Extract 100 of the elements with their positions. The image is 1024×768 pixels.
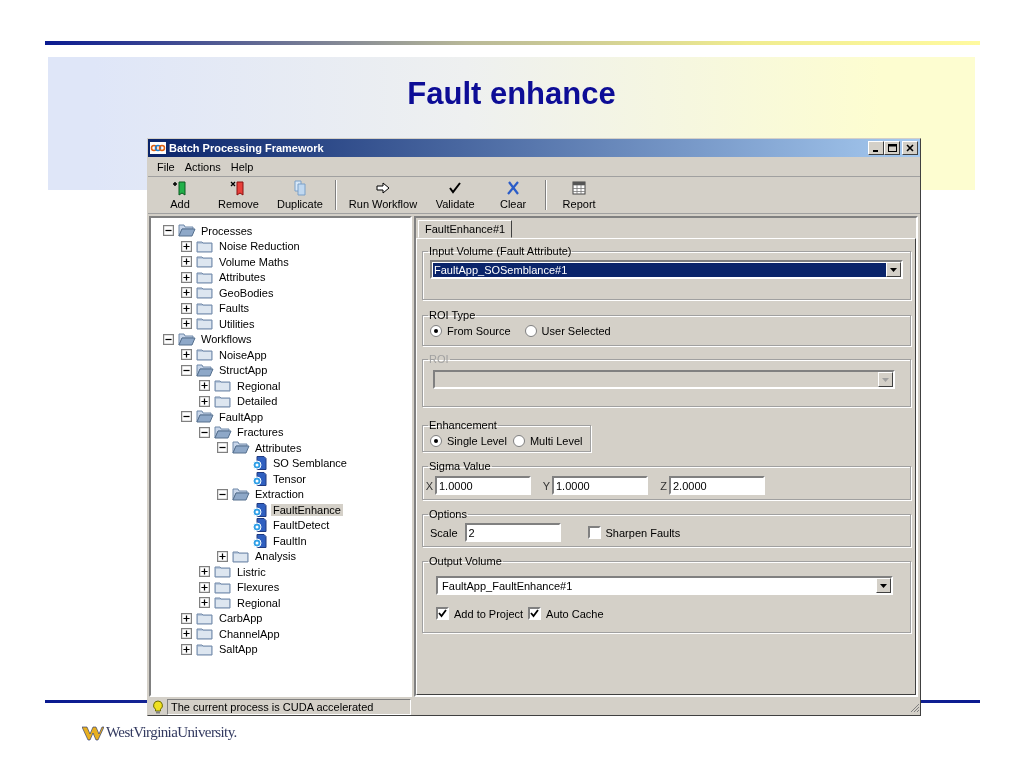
open-folder-icon bbox=[178, 332, 196, 346]
tree-expander[interactable] bbox=[181, 364, 192, 376]
tree-expander[interactable] bbox=[163, 333, 174, 345]
tree-expander[interactable] bbox=[217, 488, 228, 500]
folder-icon bbox=[196, 317, 214, 331]
tree-expander[interactable] bbox=[199, 395, 210, 407]
tree-item[interactable]: Workflows bbox=[199, 333, 254, 346]
tree-item[interactable]: Analysis bbox=[253, 550, 298, 563]
checkmark-icon bbox=[447, 180, 464, 196]
maximize-button[interactable] bbox=[884, 141, 900, 155]
arrow-right-icon bbox=[374, 180, 391, 196]
tree-item[interactable]: Regional bbox=[235, 379, 283, 392]
tree-expander[interactable] bbox=[199, 597, 210, 609]
dropdown[interactable] bbox=[433, 370, 895, 389]
tree-expander[interactable] bbox=[181, 349, 192, 361]
toolbar-button[interactable]: Clear bbox=[487, 177, 540, 213]
toolbar-button[interactable]: Duplicate bbox=[270, 177, 329, 213]
maximize-icon bbox=[887, 144, 897, 152]
tree-item[interactable]: GeoBodies bbox=[217, 286, 276, 299]
tree-item[interactable]: Detailed bbox=[235, 395, 280, 408]
tree-item[interactable]: NoiseApp bbox=[217, 348, 269, 361]
group-title: ROI Type bbox=[428, 309, 477, 321]
open-folder-icon bbox=[214, 425, 232, 439]
menu-item[interactable]: Help bbox=[225, 160, 259, 173]
clear-icon bbox=[505, 180, 522, 196]
tree-item[interactable]: Flexures bbox=[235, 581, 282, 594]
tree-expander[interactable] bbox=[181, 240, 192, 252]
tree-item[interactable]: CarbApp bbox=[217, 612, 265, 625]
tree-item[interactable]: Regional bbox=[235, 596, 283, 609]
tree-expander[interactable] bbox=[181, 643, 192, 655]
tree-expander[interactable] bbox=[181, 612, 192, 624]
menu-item[interactable]: File bbox=[152, 160, 180, 173]
input-field[interactable]: 1.0000 bbox=[552, 476, 648, 495]
toolbar-button[interactable]: Run Workflow bbox=[342, 177, 424, 213]
tree-item[interactable]: Listric bbox=[235, 565, 268, 578]
tree-expander[interactable] bbox=[181, 256, 192, 268]
tree-expander[interactable] bbox=[181, 628, 192, 640]
dropdown[interactable]: FaultApp_FaultEnhance#1 bbox=[436, 576, 893, 595]
tree-expander[interactable] bbox=[181, 302, 192, 314]
toolbar-button[interactable]: Validate bbox=[429, 177, 482, 213]
tree-expander[interactable] bbox=[163, 225, 174, 237]
tree-expander[interactable] bbox=[181, 287, 192, 299]
tree-expander[interactable] bbox=[199, 581, 210, 593]
tree-expander[interactable] bbox=[199, 566, 210, 578]
tree-item[interactable]: SO Semblance bbox=[271, 457, 349, 470]
tree-item[interactable]: Attributes bbox=[217, 271, 268, 284]
tree-item[interactable]: Tensor bbox=[271, 472, 309, 485]
input-field[interactable]: 2 bbox=[464, 523, 561, 542]
tree-expander[interactable] bbox=[199, 380, 210, 392]
tree-item[interactable]: FaultDetect bbox=[271, 519, 332, 532]
tree-expander[interactable] bbox=[217, 442, 228, 454]
slide-title: Fault enhance bbox=[407, 76, 616, 112]
dropdown-button[interactable] bbox=[886, 262, 901, 277]
tree-item[interactable]: StructApp bbox=[217, 364, 270, 377]
tree-expander[interactable] bbox=[217, 550, 228, 562]
process-icon bbox=[250, 502, 268, 517]
tree-expander[interactable] bbox=[181, 318, 192, 330]
tab[interactable]: FaultEnhance#1 bbox=[418, 220, 513, 238]
tree-item[interactable]: Extraction bbox=[253, 488, 306, 501]
dropdown[interactable]: FaultApp_SOSemblance#1 bbox=[430, 260, 903, 279]
field-label: Y bbox=[541, 479, 552, 492]
radio-button[interactable] bbox=[430, 435, 442, 447]
tree-item[interactable]: ChannelApp bbox=[217, 627, 282, 640]
tree-item[interactable]: FaultIn bbox=[271, 534, 309, 547]
radio-button[interactable] bbox=[430, 325, 442, 337]
close-button[interactable] bbox=[902, 141, 918, 155]
toolbar-button[interactable]: Report bbox=[553, 177, 606, 213]
minimize-button[interactable] bbox=[868, 141, 884, 155]
tree-item[interactable]: FaultEnhance bbox=[271, 503, 343, 516]
tree-item[interactable]: Volume Maths bbox=[217, 255, 291, 268]
folder-icon bbox=[232, 549, 250, 563]
folder-icon bbox=[214, 394, 232, 408]
tree-item[interactable]: Utilities bbox=[217, 317, 257, 330]
lightbulb-icon bbox=[152, 700, 164, 714]
checkbox[interactable] bbox=[528, 607, 542, 620]
menu-item[interactable]: Actions bbox=[179, 160, 226, 173]
tree-item[interactable]: FaultApp bbox=[217, 410, 266, 423]
tree-item[interactable]: Faults bbox=[217, 302, 251, 315]
group-title: Options bbox=[428, 508, 468, 520]
tree-expander[interactable] bbox=[181, 271, 192, 283]
tree-item[interactable]: Noise Reduction bbox=[217, 240, 302, 253]
checkbox[interactable] bbox=[587, 526, 601, 539]
tree-item[interactable]: Fractures bbox=[235, 426, 286, 439]
caret-icon bbox=[882, 377, 889, 382]
dropdown-button[interactable] bbox=[876, 578, 891, 593]
radio-button[interactable] bbox=[512, 435, 525, 447]
tree-item[interactable]: Attributes bbox=[253, 441, 304, 454]
radio-button[interactable] bbox=[524, 325, 537, 337]
toolbar-button[interactable]: Add bbox=[154, 177, 206, 213]
open-folder-icon bbox=[232, 441, 250, 455]
checkbox[interactable] bbox=[436, 607, 449, 620]
input-field[interactable]: 1.0000 bbox=[435, 476, 531, 495]
tree-item[interactable]: Processes bbox=[199, 224, 255, 237]
tree-expander[interactable] bbox=[199, 426, 210, 438]
input-field[interactable]: 2.0000 bbox=[669, 476, 765, 495]
tree-expander[interactable] bbox=[181, 411, 192, 423]
folder-icon bbox=[214, 580, 232, 594]
tree-item[interactable]: SaltApp bbox=[217, 643, 260, 656]
folder-icon bbox=[214, 596, 232, 610]
toolbar-button[interactable]: Remove bbox=[212, 177, 265, 213]
